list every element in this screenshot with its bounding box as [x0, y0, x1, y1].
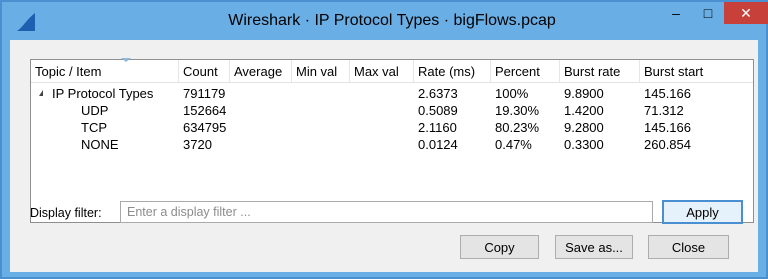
- row-count: 634795: [183, 120, 227, 135]
- row-item: UDP: [81, 103, 109, 118]
- row-count: 3720: [183, 137, 212, 152]
- row-burst-rate: 1.4200: [564, 103, 604, 118]
- row-rate: 2.1160: [418, 120, 457, 135]
- row-count: 152664: [183, 103, 227, 118]
- column-header-burst-start[interactable]: Burst start: [640, 60, 753, 82]
- row-count: 791179: [183, 86, 226, 101]
- table-row[interactable]: IP Protocol Types 791179 2.6373 100% 9.8…: [31, 85, 753, 102]
- maximize-button[interactable]: □: [692, 2, 724, 24]
- display-filter-label: Display filter:: [30, 206, 102, 220]
- column-header-max-val[interactable]: Max val: [350, 60, 414, 82]
- column-header-topic[interactable]: Topic / Item: [31, 58, 179, 82]
- table-row[interactable]: UDP 152664 0.5089 19.30% 1.4200 71.312: [31, 102, 753, 119]
- sort-indicator-icon: [121, 58, 131, 62]
- dialog-window: Wireshark · IP Protocol Types · bigFlows…: [0, 0, 768, 279]
- column-header-burst-rate[interactable]: Burst rate: [560, 60, 640, 82]
- table-row[interactable]: TCP 634795 2.1160 80.23% 9.2800 145.166: [31, 119, 753, 136]
- minimize-button[interactable]: –: [660, 2, 692, 24]
- row-burst-rate: 9.2800: [564, 120, 604, 135]
- display-filter-input[interactable]: [120, 201, 653, 223]
- row-percent: 19.30%: [495, 103, 540, 118]
- stats-tree-table[interactable]: Topic / Item Count Average Min val Max v…: [30, 58, 754, 223]
- row-percent: 0.47%: [495, 137, 532, 152]
- dialog-body: Topic / Item Count Average Min val Max v…: [10, 40, 758, 272]
- row-rate: 0.0124: [418, 137, 458, 152]
- column-header-percent[interactable]: Percent: [491, 60, 560, 82]
- table-row[interactable]: NONE 3720 0.0124 0.47% 0.3300 260.854: [31, 136, 753, 153]
- column-header-rate[interactable]: Rate (ms): [414, 60, 491, 82]
- row-percent: 100%: [495, 86, 529, 101]
- close-window-button[interactable]: ✕: [724, 2, 768, 24]
- row-percent: 80.23%: [495, 120, 540, 135]
- close-button[interactable]: Close: [648, 235, 729, 259]
- copy-button[interactable]: Copy: [460, 235, 539, 259]
- row-item: NONE: [81, 137, 119, 152]
- row-burst-rate: 0.3300: [564, 137, 604, 152]
- row-burst-start: 145.166: [644, 120, 691, 135]
- window-title: Wireshark · IP Protocol Types · bigFlows…: [228, 12, 556, 29]
- row-burst-start: 145.166: [644, 86, 691, 101]
- collapse-arrow-icon[interactable]: [39, 90, 43, 96]
- row-burst-start: 71.312: [644, 103, 684, 118]
- row-item: TCP: [81, 120, 107, 135]
- column-header-min-val[interactable]: Min val: [292, 60, 350, 82]
- row-burst-start: 260.854: [644, 137, 691, 152]
- column-header-average[interactable]: Average: [230, 60, 292, 82]
- title-bar[interactable]: Wireshark · IP Protocol Types · bigFlows…: [2, 2, 768, 40]
- apply-button[interactable]: Apply: [662, 200, 743, 224]
- row-item: IP Protocol Types: [52, 86, 154, 101]
- save-as-button[interactable]: Save as...: [555, 235, 633, 259]
- row-burst-rate: 9.8900: [564, 86, 604, 101]
- row-rate: 2.6373: [418, 86, 458, 101]
- table-header: Topic / Item Count Average Min val Max v…: [31, 58, 753, 83]
- wireshark-fin-icon: [17, 13, 35, 31]
- row-rate: 0.5089: [418, 103, 458, 118]
- column-header-count[interactable]: Count: [179, 60, 230, 82]
